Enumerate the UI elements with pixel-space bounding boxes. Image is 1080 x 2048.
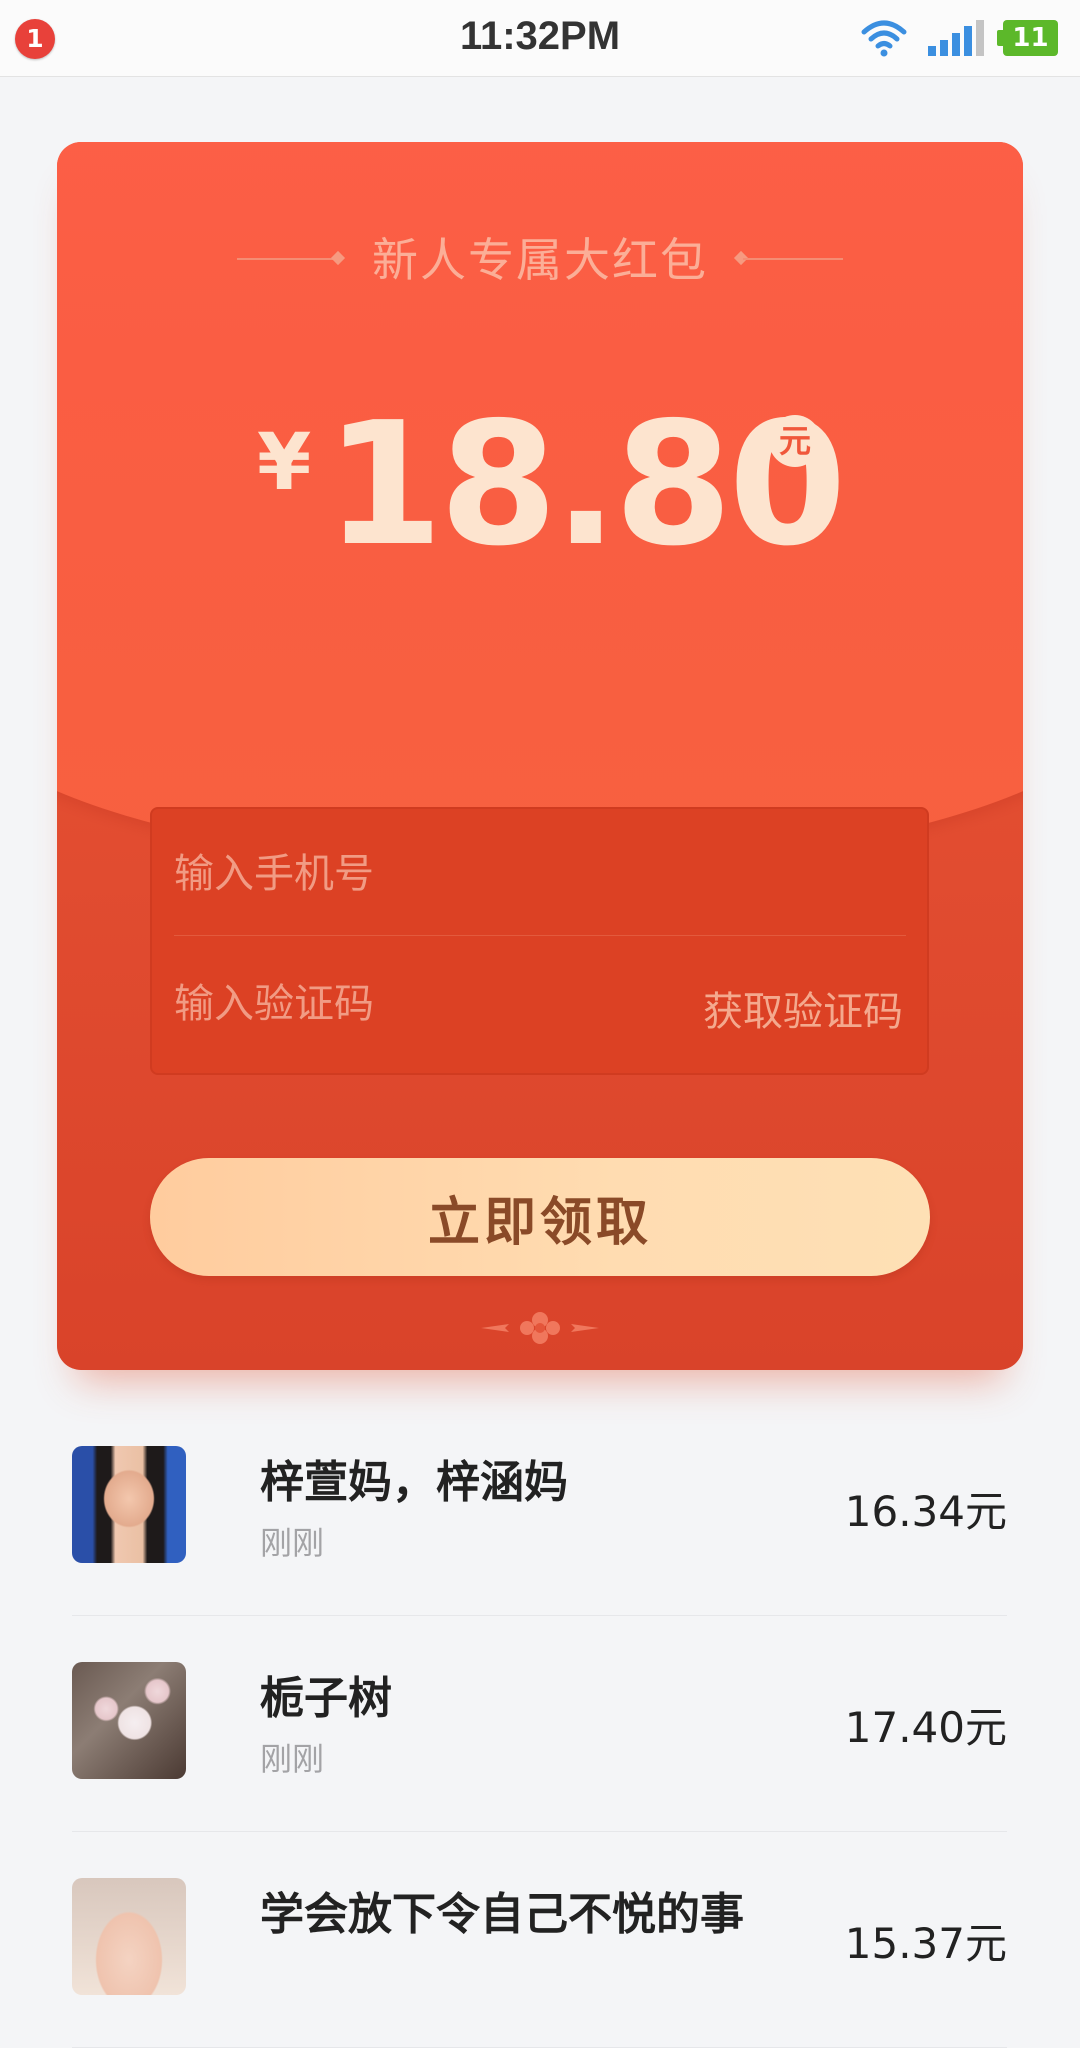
status-time: 11:32PM <box>459 14 621 58</box>
signal-icon <box>928 20 984 56</box>
flower-ornament-icon <box>481 1312 599 1344</box>
record-time: 刚刚 <box>260 1740 325 1778</box>
verification-code-input[interactable] <box>174 969 674 1039</box>
red-packet-card: 新人专属大红包 ¥ 18.80 元 获取验证码 立即领取 <box>57 142 1023 1370</box>
red-packet-title: 新人专属大红包 <box>372 233 708 287</box>
avatar <box>72 1878 186 1995</box>
wifi-icon <box>861 20 907 57</box>
title-decoration-right <box>743 258 843 260</box>
get-code-button[interactable]: 获取验证码 <box>703 979 903 1037</box>
unit-badge: 元 <box>769 415 821 467</box>
battery-icon: 11 <box>997 20 1058 56</box>
packet-amount: 18.80 <box>325 386 847 584</box>
currency-symbol: ¥ <box>257 418 312 508</box>
red-packet-title-row: 新人专属大红包 <box>57 224 1023 294</box>
amount-row: ¥ 18.80 元 <box>57 386 1023 592</box>
list-item: 梓萱妈，梓涵妈 刚刚 16.34元 <box>72 1400 1007 1616</box>
list-item: 栀子树 刚刚 17.40元 <box>72 1616 1007 1832</box>
claim-button[interactable]: 立即领取 <box>150 1158 930 1276</box>
list-item: 学会放下令自己不悦的事 15.37元 <box>72 1832 1007 2048</box>
record-amount: 16.34元 <box>844 1487 1007 1536</box>
claim-record-list: 梓萱妈，梓涵妈 刚刚 16.34元 栀子树 刚刚 17.40元 学会放下令自己不… <box>72 1400 1007 2048</box>
record-user-name: 梓萱妈，梓涵妈 <box>260 1457 568 1508</box>
phone-input[interactable] <box>174 839 674 909</box>
record-user-name: 栀子树 <box>260 1673 392 1724</box>
avatar <box>72 1662 186 1779</box>
form-divider <box>174 935 906 936</box>
avatar <box>72 1446 186 1563</box>
record-amount: 15.37元 <box>844 1919 1007 1968</box>
claim-form: 获取验证码 <box>150 807 929 1075</box>
status-bar: 1 11:32PM 11 <box>0 0 1080 77</box>
record-time: 刚刚 <box>260 1524 325 1562</box>
record-user-name: 学会放下令自己不悦的事 <box>260 1889 744 1940</box>
record-amount: 17.40元 <box>844 1703 1007 1752</box>
